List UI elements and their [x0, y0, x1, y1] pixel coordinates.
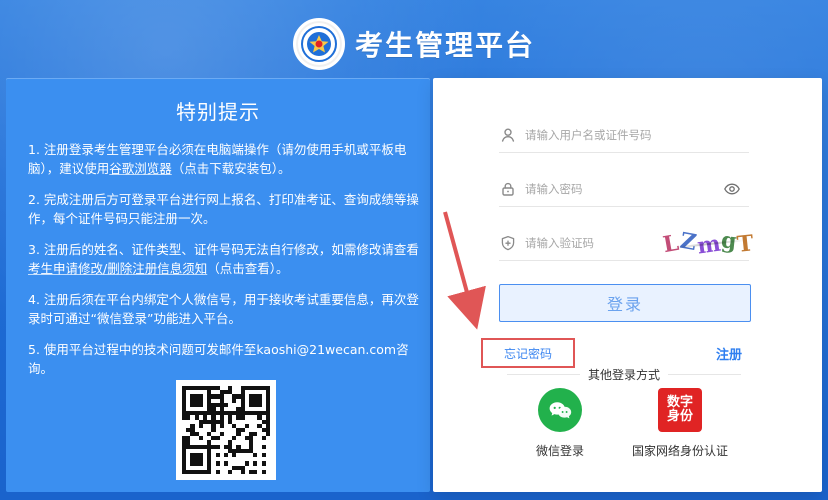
notice-item-5: 5. 使用平台过程中的技术问题可发邮件至kaoshi@21wecan.com咨询… [28, 340, 420, 378]
notice-item-3: 3. 注册后的姓名、证件类型、证件号码无法自行修改，如需修改请查看考生申请修改/… [28, 240, 420, 278]
eye-icon[interactable] [723, 180, 741, 198]
digital-id-badge-line-1: 数字 [666, 395, 693, 410]
user-icon [499, 126, 517, 144]
notice-item-1-text-post: （点击下载安装包）。 [171, 161, 291, 176]
username-field[interactable] [499, 118, 749, 153]
other-login-methods-label: 其他登录方式 [588, 367, 661, 382]
login-button[interactable]: 登录 [499, 284, 751, 322]
qr-module [265, 469, 270, 474]
notice-item-2: 2. 完成注册后方可登录平台进行网上报名、打印准考证、查询成绩等操作，每个证件号… [28, 190, 420, 228]
password-field[interactable] [499, 172, 749, 207]
notice-item-3-text-post: （点击查看）。 [207, 261, 289, 276]
national-id-login-label: 国家网络身份认证 [631, 444, 728, 458]
digital-id-badge-line-2: 身份 [666, 409, 693, 424]
digital-id-icon[interactable]: 数字 身份 [658, 388, 702, 432]
national-id-login[interactable]: 数字 身份 国家网络身份认证 [615, 388, 745, 468]
notice-list: 1. 注册登录考生管理平台必须在电脑端操作（请勿使用手机或平板电脑），建议使用谷… [28, 140, 420, 390]
qr-grid [182, 386, 270, 474]
shield-icon [499, 234, 517, 252]
modify-delete-notice-link[interactable]: 考生申请修改/删除注册信息须知 [28, 261, 207, 276]
other-login-methods: 其他登录方式 [499, 364, 749, 384]
site-title: 考生管理平台 [354, 29, 535, 62]
lock-icon [499, 180, 517, 198]
notice-panel: 特别提示 1. 注册登录考生管理平台必须在电脑端操作（请勿使用手机或平板电脑），… [6, 78, 430, 492]
header: 考生管理平台 [0, 12, 828, 76]
wechat-login-label: 微信登录 [535, 444, 584, 458]
username-input[interactable] [523, 127, 707, 143]
captcha-field[interactable]: L Z m g T [499, 226, 756, 261]
emblem-icon [292, 18, 345, 70]
captcha-char-3: m [695, 230, 724, 260]
chrome-browser-link[interactable]: 谷歌浏览器 [109, 161, 172, 176]
wechat-icon[interactable] [538, 388, 582, 432]
notice-item-4: 4. 注册后须在平台内绑定个人微信号，用于接收考试重要信息，再次登录时可通过“微… [28, 290, 420, 328]
password-input[interactable] [523, 181, 707, 197]
wechat-login[interactable]: 微信登录 [495, 388, 625, 468]
notice-title: 特别提示 [176, 100, 260, 124]
notice-item-5-text: 5. 使用平台过程中的技术问题可发邮件至kaoshi@21wecan.com咨询… [28, 342, 409, 376]
qr-code [176, 380, 276, 480]
notice-item-1: 1. 注册登录考生管理平台必须在电脑端操作（请勿使用手机或平板电脑），建议使用谷… [28, 140, 420, 178]
captcha-char-5: T [736, 230, 757, 258]
notice-item-3-text-pre: 3. 注册后的姓名、证件类型、证件号码无法自行修改，如需修改请查看 [28, 242, 419, 257]
register-link[interactable]: 注册 [716, 344, 742, 363]
captcha-image[interactable]: L Z m g T [661, 227, 756, 260]
notice-item-2-text: 2. 完成注册后方可登录平台进行网上报名、打印准考证、查询成绩等操作，每个证件号… [28, 192, 419, 226]
notice-item-4-text: 4. 注册后须在平台内绑定个人微信号，用于接收考试重要信息，再次登录时可通过“微… [28, 292, 419, 326]
login-panel: L Z m g T 登录 忘记密码 注册 其他登录方式 微信登录 数字 [433, 78, 822, 492]
